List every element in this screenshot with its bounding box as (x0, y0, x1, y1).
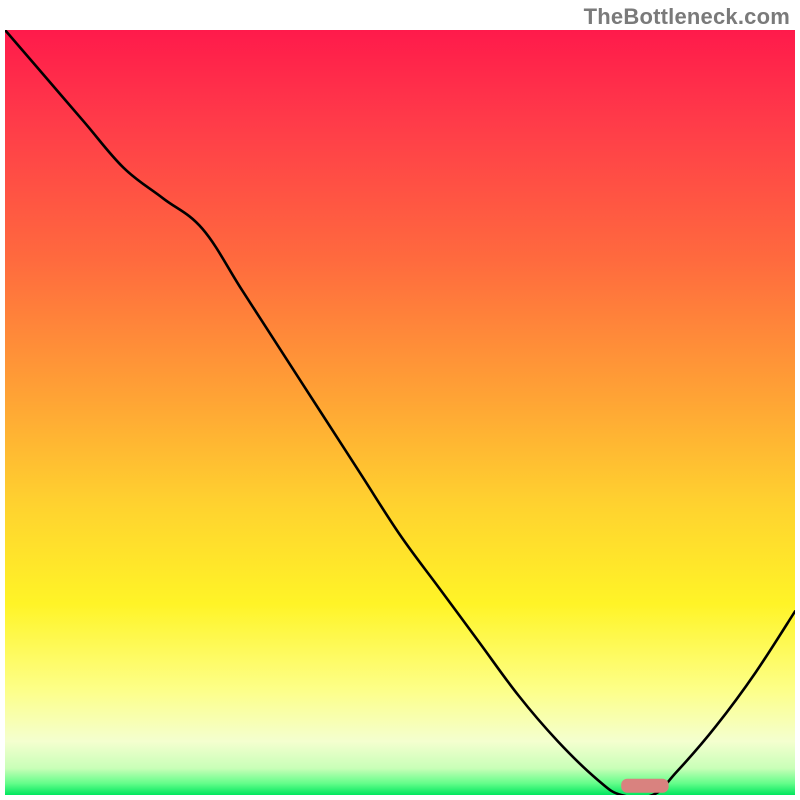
chart-container: TheBottleneck.com (0, 0, 800, 800)
plot-area (5, 30, 795, 795)
chart-svg (5, 30, 795, 795)
optimal-marker (621, 779, 668, 793)
watermark-label: TheBottleneck.com (584, 4, 790, 30)
gradient-background (5, 30, 795, 795)
